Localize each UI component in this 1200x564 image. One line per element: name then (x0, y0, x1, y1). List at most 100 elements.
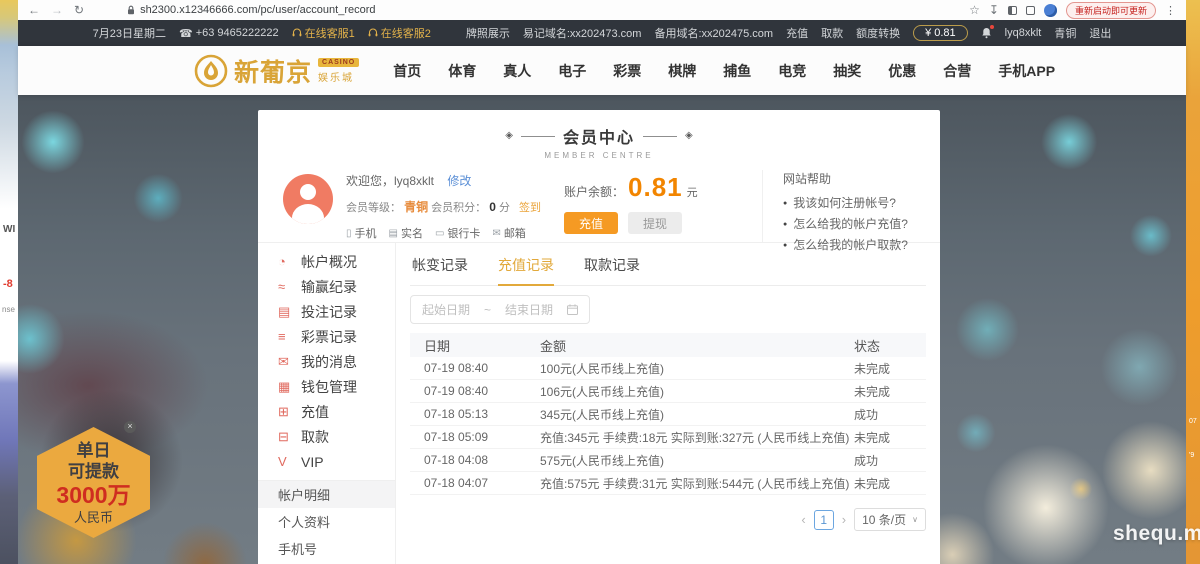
topbar-withdraw-link[interactable]: 取款 (821, 25, 843, 41)
watermark: shequ.me (1113, 522, 1200, 546)
verification-item[interactable]: ▯ 手机 (346, 225, 377, 241)
sidebar-item[interactable]: ≈ 输赢纪录 (258, 274, 395, 299)
help-link[interactable]: 我该如何注册帐号? (783, 193, 908, 214)
prev-page-icon[interactable]: ‹ (801, 512, 805, 527)
topbar-date: 7月23日星期二 (93, 25, 166, 41)
cell-amount: 100元(人民币线上充值) (540, 360, 854, 377)
topbar-license-link[interactable]: 牌照展示 (466, 25, 510, 41)
cell-status: 未完成 (854, 383, 926, 400)
side-panel-icon[interactable] (1008, 6, 1017, 15)
records-tab[interactable]: 充值记录 (498, 255, 554, 286)
topbar-username[interactable]: lyq8xklt (1005, 27, 1042, 39)
nav-item[interactable]: 彩票 (613, 61, 641, 81)
site-logo[interactable]: 新葡京 CASINO 娱乐城 (194, 53, 359, 89)
reload-icon[interactable]: ↻ (74, 4, 84, 16)
forward-icon[interactable]: → (51, 4, 63, 16)
nav-item[interactable]: 捕鱼 (723, 61, 751, 81)
page-size-select[interactable]: 10 条/页 ∨ (854, 508, 926, 531)
topbar-transfer-link[interactable]: 额度转换 (856, 25, 900, 41)
modify-link[interactable]: 修改 (447, 174, 471, 188)
back-icon[interactable]: ← (28, 4, 40, 16)
topbar-domain-backup: 备用域名:xx202475.com (654, 25, 773, 41)
browser-update-button[interactable]: 重新启动即可更新 (1066, 2, 1156, 19)
cell-date: 07-19 08:40 (410, 384, 540, 398)
nav-item[interactable]: 真人 (503, 61, 531, 81)
sidebar-item[interactable]: ◔ 帐户概况 (258, 249, 395, 274)
address-bar[interactable]: sh2300.x12346666.com/pc/user/account_rec… (127, 4, 375, 16)
bookmark-star-icon[interactable]: ☆ (969, 4, 980, 16)
service1-label: 在线客服1 (305, 25, 355, 41)
records-panel: 帐变记录 充值记录 取款记录 起始日期 ~ 结束日期 (396, 243, 940, 564)
nav-item[interactable]: 合营 (943, 61, 971, 81)
sidebar-item-label: 输赢纪录 (301, 277, 357, 297)
sidebar-item-icon: ≈ (278, 279, 301, 294)
sidebar-item-icon: ⊟ (278, 429, 301, 445)
pagination: ‹ 1 › 10 条/页 ∨ (410, 508, 926, 531)
nav-item[interactable]: 抽奖 (833, 61, 861, 81)
site-topbar: 7月23日星期二 ☎ +63 9465222222 在线客服1 在线客服2 牌照… (18, 20, 1186, 46)
member-sidebar: ◔ 帐户概况 ≈ 输赢纪录 ▤ 投注记录 ≡ 彩票记录 (258, 243, 396, 564)
sidebar-item[interactable]: ⊞ 充值 (258, 399, 395, 424)
topbar-logout-link[interactable]: 退出 (1089, 25, 1111, 41)
verification-icon: ▯ (346, 228, 352, 239)
table-row: 07-18 04:07 充值:575元 手续费:31元 实际到账:544元 (人… (410, 472, 926, 495)
checkin-link[interactable]: 签到 (519, 202, 541, 214)
verification-item[interactable]: ▤ 实名 (389, 225, 423, 241)
nav-item[interactable]: 棋牌 (668, 61, 696, 81)
nav-item[interactable]: 电竞 (778, 61, 806, 81)
member-center-card: ◈ 会员中心 ◈ MEMBER CENTRE 欢迎您，lyq8xklt 修改 会… (258, 110, 940, 564)
nav-item[interactable]: 优惠 (888, 61, 916, 81)
browser-profile-avatar[interactable] (1044, 4, 1057, 17)
nav-item[interactable]: 体育 (448, 61, 476, 81)
page-size-value: 10 条/页 (862, 511, 906, 528)
current-page-button[interactable]: 1 (814, 510, 834, 530)
records-tabs: 帐变记录 充值记录 取款记录 (410, 243, 926, 286)
sidebar-item[interactable]: ✉ 我的消息 (258, 349, 395, 374)
topbar-deposit-link[interactable]: 充值 (786, 25, 808, 41)
sidebar-subitem-label: 帐户明细 (278, 485, 330, 504)
sidebar-subitem[interactable]: 手机号 (258, 535, 395, 562)
extensions-icon[interactable] (1026, 6, 1035, 15)
withdraw-button[interactable]: 提现 (628, 212, 682, 234)
sidebar-item[interactable]: ⊟ 取款 (258, 424, 395, 449)
topbar-balance-pill[interactable]: ¥ 0.81 (913, 25, 968, 41)
records-tab[interactable]: 取款记录 (584, 255, 640, 285)
sidebar-item[interactable]: ▤ 投注记录 (258, 299, 395, 324)
nav-menu: 首页 体育 真人 电子 彩票 棋牌 捕鱼 电竞 抽奖 优惠 合营 手机APP (393, 61, 1055, 81)
browser-menu-icon[interactable]: ⋮ (1165, 4, 1176, 17)
date-end-placeholder: 结束日期 (505, 301, 553, 318)
help-link[interactable]: 怎么给我的帐户充值? (783, 214, 908, 235)
verification-item[interactable]: ✉ 邮箱 (492, 225, 525, 241)
nav-item[interactable]: 首页 (393, 61, 421, 81)
sidebar-item[interactable]: ▦ 钱包管理 (258, 374, 395, 399)
nav-item[interactable]: 手机APP (998, 61, 1055, 81)
sidebar-item[interactable]: ≡ 彩票记录 (258, 324, 395, 349)
next-page-icon[interactable]: › (842, 512, 846, 527)
cell-amount: 575元(人民币线上充值) (540, 452, 854, 469)
deposit-button[interactable]: 充值 (564, 212, 618, 234)
cell-amount: 345元(人民币线上充值) (540, 406, 854, 423)
records-tab[interactable]: 帐变记录 (412, 255, 468, 285)
notification-bell-icon[interactable] (981, 27, 992, 39)
headset-icon (368, 28, 378, 38)
decor-line (521, 136, 555, 137)
sidebar-subitem[interactable]: 个人资料 (258, 508, 395, 535)
date-range-input[interactable]: 起始日期 ~ 结束日期 (410, 295, 590, 324)
verification-item[interactable]: ▭ 银行卡 (435, 225, 480, 241)
nav-item[interactable]: 电子 (558, 61, 586, 81)
promo-close-icon[interactable]: × (124, 421, 136, 433)
welcome-text: 欢迎您，lyq8xklt (346, 174, 434, 188)
topbar-service2[interactable]: 在线客服2 (368, 25, 431, 41)
sidebar-item-label: 投注记录 (301, 302, 357, 322)
topbar-service1[interactable]: 在线客服1 (292, 25, 355, 41)
cell-date: 07-18 05:09 (410, 430, 540, 444)
sidebar-item-icon: V (278, 454, 301, 469)
sidebar-item[interactable]: V VIP (258, 449, 395, 474)
deposit-records-table: 日期 金额 状态 07-19 08:40 100元(人民币线上充值) 未完成 0… (410, 333, 926, 495)
sidebar-subitem[interactable]: 帐户明细 (258, 481, 395, 508)
cell-status: 成功 (854, 452, 926, 469)
decor-line (643, 136, 677, 137)
logo-text: 新葡京 (234, 53, 312, 89)
download-icon[interactable]: ↧ (989, 4, 999, 16)
cell-status: 成功 (854, 406, 926, 423)
